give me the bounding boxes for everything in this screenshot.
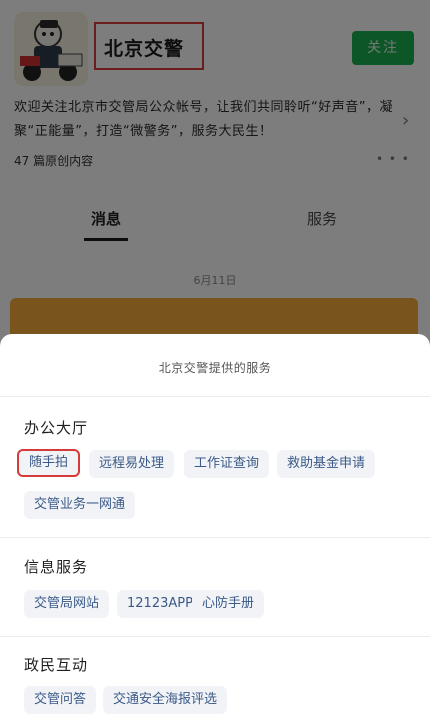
service-item-snapshot[interactable]: 随手拍 [17,449,81,477]
sheet-title: 北京交警提供的服务 [158,361,272,375]
service-item-remote-processing[interactable]: 远程易处理 [89,450,175,478]
service-item-one-network[interactable]: 交管业务一网通 [24,491,136,519]
divider [0,636,430,637]
services-sheet: 北京交警提供的服务 办公大厅 随手拍 远程易处理 工作证查询 救助基金申请 交管… [0,334,430,724]
service-item-poster-contest[interactable]: 交通安全海报评选 [103,686,228,714]
service-item-qa[interactable]: 交管问答 [24,686,97,714]
divider [0,396,430,397]
service-item-work-permit-query[interactable]: 工作证查询 [184,450,270,478]
service-item-website[interactable]: 交管局网站 [24,590,110,618]
divider [0,537,430,538]
service-item-12123app[interactable]: 12123APP [117,590,203,618]
service-item-handbook[interactable]: 心防手册 [192,590,265,618]
section-title-info: 信息服务 [24,558,89,576]
section-title-office: 办公大厅 [24,419,89,437]
section-title-interaction: 政民互动 [24,656,89,674]
service-item-aid-fund[interactable]: 救助基金申请 [277,450,376,478]
